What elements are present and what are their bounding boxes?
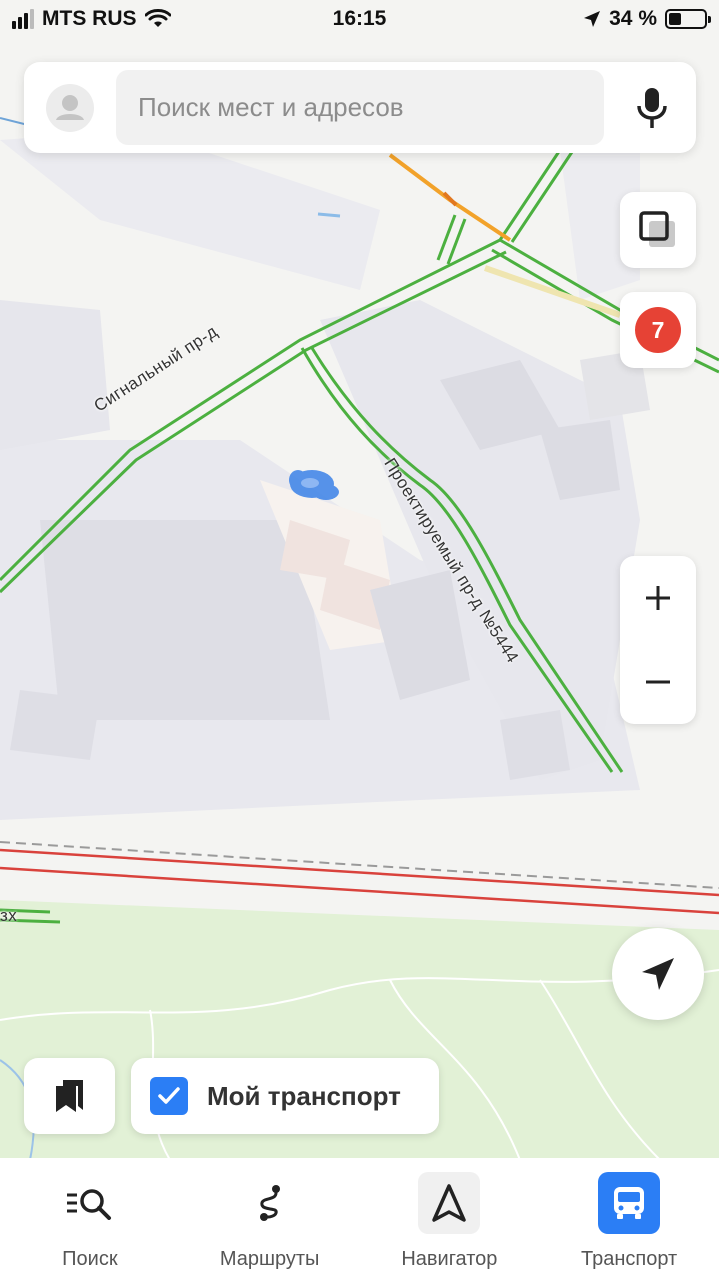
traffic-button[interactable]: 7 xyxy=(620,292,696,368)
zoom-out-button[interactable] xyxy=(620,640,696,724)
my-transport-checkbox[interactable] xyxy=(150,1077,188,1115)
plus-icon xyxy=(646,586,670,610)
nav-label-search: Поиск xyxy=(62,1248,118,1270)
my-transport-label: Мой транспорт xyxy=(207,1080,401,1111)
search-input[interactable] xyxy=(116,70,604,145)
bookmarks-button[interactable] xyxy=(24,1058,115,1134)
my-transport-toggle[interactable]: Мой транспорт xyxy=(131,1058,439,1134)
battery-percent: 34 % xyxy=(609,7,657,30)
bottom-nav: Поиск Маршруты Навигатор Транспорт xyxy=(0,1158,719,1280)
user-icon xyxy=(56,95,84,120)
navigation-arrow-icon xyxy=(642,958,674,990)
nav-item-search[interactable]: Поиск xyxy=(0,1158,180,1280)
nav-label-routes: Маршруты xyxy=(219,1248,320,1270)
bookmarks-icon xyxy=(55,1080,83,1112)
map-graphics xyxy=(0,0,719,1160)
search-bar xyxy=(24,62,696,153)
nav-label-navigator: Навигатор xyxy=(401,1248,498,1270)
battery-icon xyxy=(665,9,711,29)
my-location-button[interactable] xyxy=(612,928,704,1020)
zoom-control xyxy=(620,556,696,724)
nav-item-routes[interactable]: Маршруты xyxy=(180,1158,360,1280)
map-layers-button[interactable] xyxy=(620,192,696,268)
bus-icon xyxy=(614,1187,645,1219)
location-arrow-icon xyxy=(584,11,601,27)
nav-item-transport[interactable]: Транспорт xyxy=(539,1158,719,1280)
routes-icon xyxy=(259,1185,280,1221)
zoom-in-button[interactable] xyxy=(620,556,696,640)
street-label-fragment: зх xyxy=(0,906,18,925)
nav-label-transport: Транспорт xyxy=(581,1248,678,1270)
avatar[interactable] xyxy=(46,84,94,132)
nav-item-navigator[interactable]: Навигатор xyxy=(360,1158,540,1280)
layers-icon xyxy=(639,211,675,247)
minus-icon xyxy=(646,680,670,684)
search-list-icon xyxy=(66,1189,111,1220)
microphone-icon[interactable] xyxy=(634,86,670,130)
traffic-score-badge: 7 xyxy=(635,307,681,353)
map-canvas[interactable]: Сигнальный пр-д Проектируемый пр-д №5444… xyxy=(0,0,719,1160)
navigator-icon xyxy=(432,1184,467,1222)
checkmark-icon xyxy=(158,1087,180,1104)
status-bar: MTS RUS 16:15 34 % xyxy=(0,0,719,40)
